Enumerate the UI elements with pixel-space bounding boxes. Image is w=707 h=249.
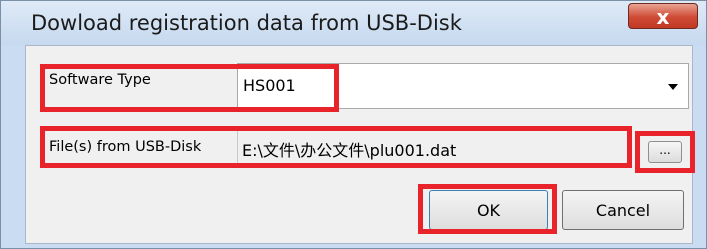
title-bar: Dowload registration data from USB-Disk … bbox=[1, 1, 706, 45]
files-label: File(s) from USB-Disk bbox=[49, 139, 202, 155]
ok-button-label: OK bbox=[476, 201, 501, 220]
file-path-field[interactable]: E:\文件\办公文件\plu001.dat bbox=[237, 129, 632, 166]
browse-button-label: ... bbox=[659, 143, 671, 157]
software-type-value: HS001 bbox=[243, 76, 296, 95]
dialog-title: Dowload registration data from USB-Disk bbox=[31, 11, 462, 35]
software-type-label: Software Type bbox=[49, 72, 151, 88]
ok-button[interactable]: OK bbox=[429, 190, 548, 230]
close-button[interactable]: x bbox=[628, 3, 698, 29]
software-type-select[interactable]: HS001 bbox=[237, 63, 689, 109]
close-icon: x bbox=[656, 5, 670, 29]
chevron-down-icon[interactable] bbox=[668, 84, 678, 90]
file-path-value: E:\文件\办公文件\plu001.dat bbox=[242, 141, 457, 160]
cancel-button-label: Cancel bbox=[595, 201, 651, 220]
cancel-button[interactable]: Cancel bbox=[562, 190, 684, 230]
browse-button[interactable]: ... bbox=[648, 141, 682, 163]
